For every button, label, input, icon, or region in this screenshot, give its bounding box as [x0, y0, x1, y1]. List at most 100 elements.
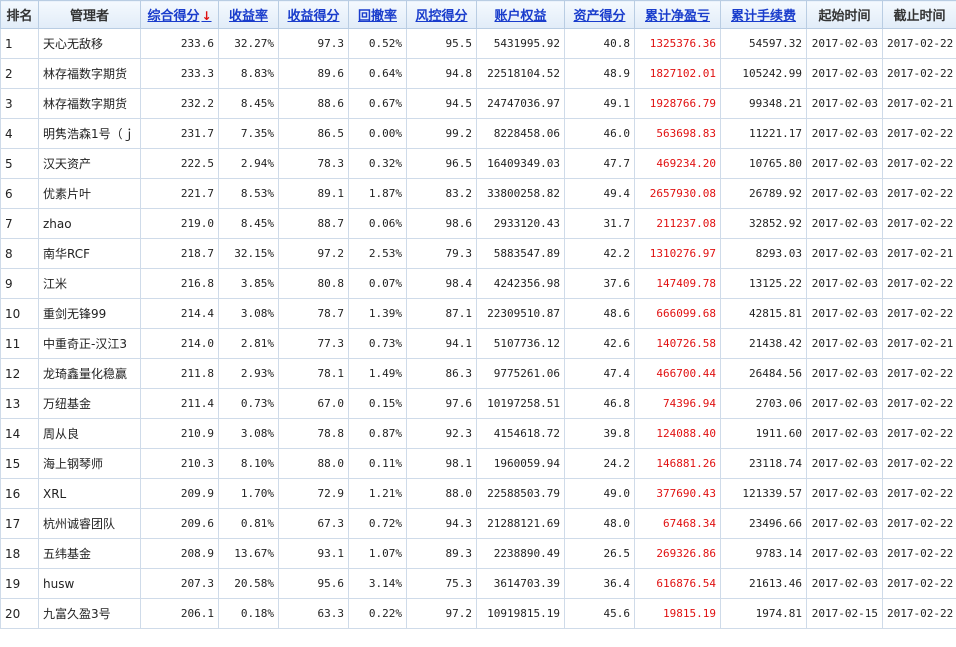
- cell-fees: 26789.92: [720, 178, 807, 209]
- header-equity[interactable]: 账户权益: [476, 0, 565, 29]
- cell-asset-score: 46.0: [564, 118, 635, 149]
- cell-return-rate: 8.83%: [218, 58, 279, 89]
- cell-drawdown: 1.87%: [348, 178, 407, 209]
- cell-net-pnl: 124088.40: [634, 418, 721, 449]
- cell-asset-score: 48.0: [564, 508, 635, 539]
- cell-rank: 8: [0, 238, 39, 269]
- cell-return-score: 97.2: [278, 238, 349, 269]
- cell-total-score: 219.0: [140, 208, 219, 239]
- cell-return-rate: 8.45%: [218, 88, 279, 119]
- cell-manager: 林存福数字期货: [38, 88, 141, 119]
- cell-equity: 10197258.51: [476, 388, 565, 419]
- header-fees[interactable]: 累计手续费: [720, 0, 807, 29]
- cell-fees: 42815.81: [720, 298, 807, 329]
- cell-rank: 9: [0, 268, 39, 299]
- header-drawdown[interactable]: 回撤率: [348, 0, 407, 29]
- cell-equity: 3614703.39: [476, 568, 565, 599]
- cell-rank: 7: [0, 208, 39, 239]
- cell-return-score: 63.3: [278, 598, 349, 629]
- cell-equity: 5883547.89: [476, 238, 565, 269]
- cell-equity: 22518104.52: [476, 58, 565, 89]
- table-row: 20 九富久盈3号 206.1 0.18% 63.3 0.22% 97.2 10919815.…: [0, 598, 956, 629]
- cell-net-pnl: 466700.44: [634, 358, 721, 389]
- cell-equity: 33800258.82: [476, 178, 565, 209]
- cell-equity: 22309510.87: [476, 298, 565, 329]
- cell-risk-score: 83.2: [406, 178, 477, 209]
- header-risk-score[interactable]: 风控得分: [406, 0, 477, 29]
- cell-manager: husw: [38, 568, 141, 599]
- cell-risk-score: 87.1: [406, 298, 477, 329]
- cell-risk-score: 88.0: [406, 478, 477, 509]
- table-row: 6 优素片叶 221.7 8.53% 89.1 1.87% 83.2 33800258.82 4…: [0, 178, 956, 209]
- cell-net-pnl: 1310276.97: [634, 238, 721, 269]
- sort-desc-icon: ↓: [201, 9, 212, 23]
- cell-return-rate: 0.73%: [218, 388, 279, 419]
- cell-start-date: 2017-02-03: [806, 208, 883, 239]
- cell-total-score: 233.6: [140, 28, 219, 59]
- cell-end-date: 2017-02-22: [882, 148, 956, 179]
- cell-return-rate: 2.93%: [218, 358, 279, 389]
- cell-asset-score: 42.6: [564, 328, 635, 359]
- table-row: 13 万纽基金 211.4 0.73% 67.0 0.15% 97.6 10197258.51…: [0, 388, 956, 419]
- cell-net-pnl: 1827102.01: [634, 58, 721, 89]
- table-row: 3 林存福数字期货 232.2 8.45% 88.6 0.67% 94.5 24747036.…: [0, 88, 956, 119]
- table-row: 12 龙琦鑫量化稳赢 211.8 2.93% 78.1 1.49% 86.3 9775261.…: [0, 358, 956, 389]
- header-return-rate[interactable]: 收益率: [218, 0, 279, 29]
- header-total-score-label[interactable]: 综合得分: [147, 9, 199, 24]
- cell-return-score: 67.3: [278, 508, 349, 539]
- cell-risk-score: 98.6: [406, 208, 477, 239]
- cell-return-score: 88.0: [278, 448, 349, 479]
- header-start-date: 起始时间: [806, 0, 883, 29]
- header-end-date: 截止时间: [882, 0, 956, 29]
- cell-drawdown: 0.64%: [348, 58, 407, 89]
- cell-return-rate: 3.08%: [218, 418, 279, 449]
- cell-total-score: 210.3: [140, 448, 219, 479]
- cell-equity: 9775261.06: [476, 358, 565, 389]
- cell-net-pnl: 74396.94: [634, 388, 721, 419]
- cell-return-score: 78.7: [278, 298, 349, 329]
- cell-net-pnl: 147409.78: [634, 268, 721, 299]
- cell-rank: 12: [0, 358, 39, 389]
- cell-start-date: 2017-02-03: [806, 538, 883, 569]
- cell-manager: 周从良: [38, 418, 141, 449]
- header-total-score[interactable]: 综合得分 ↓: [140, 0, 219, 29]
- cell-total-score: 206.1: [140, 598, 219, 629]
- cell-equity: 22588503.79: [476, 478, 565, 509]
- cell-drawdown: 1.07%: [348, 538, 407, 569]
- header-return-score[interactable]: 收益得分: [278, 0, 349, 29]
- cell-total-score: 233.3: [140, 58, 219, 89]
- table-row: 18 五纬基金 208.9 13.67% 93.1 1.07% 89.3 2238890.49…: [0, 538, 956, 569]
- table-row: 1 天心无敌移 233.6 32.27% 97.3 0.52% 95.5 5431995.92…: [0, 28, 956, 59]
- cell-start-date: 2017-02-03: [806, 358, 883, 389]
- cell-start-date: 2017-02-03: [806, 88, 883, 119]
- cell-drawdown: 0.06%: [348, 208, 407, 239]
- cell-manager: 林存福数字期货: [38, 58, 141, 89]
- header-asset-score[interactable]: 资产得分: [564, 0, 635, 29]
- header-net-pnl[interactable]: 累计净盈亏: [634, 0, 721, 29]
- cell-drawdown: 0.15%: [348, 388, 407, 419]
- cell-end-date: 2017-02-21: [882, 328, 956, 359]
- cell-total-score: 214.0: [140, 328, 219, 359]
- cell-total-score: 218.7: [140, 238, 219, 269]
- cell-fees: 10765.80: [720, 148, 807, 179]
- cell-rank: 20: [0, 598, 39, 629]
- cell-start-date: 2017-02-03: [806, 28, 883, 59]
- cell-drawdown: 2.53%: [348, 238, 407, 269]
- cell-manager: 九富久盈3号: [38, 598, 141, 629]
- cell-equity: 16409349.03: [476, 148, 565, 179]
- cell-net-pnl: 666099.68: [634, 298, 721, 329]
- cell-asset-score: 48.6: [564, 298, 635, 329]
- cell-return-rate: 20.58%: [218, 568, 279, 599]
- cell-return-score: 89.6: [278, 58, 349, 89]
- cell-return-rate: 3.85%: [218, 268, 279, 299]
- cell-equity: 21288121.69: [476, 508, 565, 539]
- cell-start-date: 2017-02-03: [806, 328, 883, 359]
- cell-net-pnl: 146881.26: [634, 448, 721, 479]
- cell-net-pnl: 1325376.36: [634, 28, 721, 59]
- cell-rank: 5: [0, 148, 39, 179]
- cell-end-date: 2017-02-22: [882, 478, 956, 509]
- table-row: 14 周从良 210.9 3.08% 78.8 0.87% 92.3 4154618.72 39…: [0, 418, 956, 449]
- cell-risk-score: 94.1: [406, 328, 477, 359]
- cell-drawdown: 0.72%: [348, 508, 407, 539]
- cell-rank: 17: [0, 508, 39, 539]
